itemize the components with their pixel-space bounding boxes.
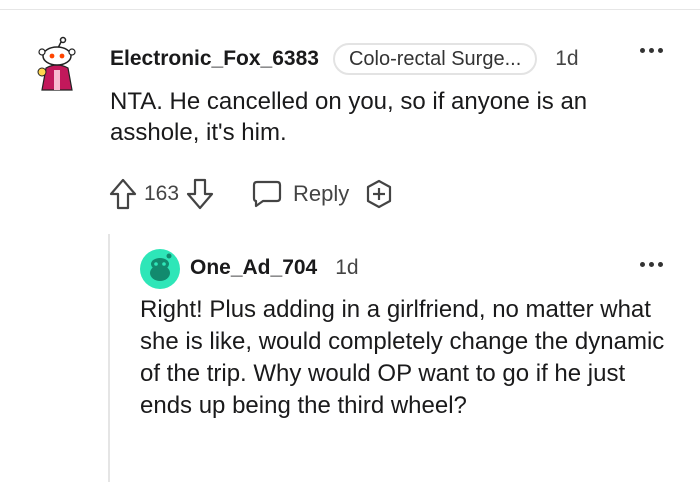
top-divider (0, 9, 700, 10)
downvote-arrow-icon (186, 178, 214, 210)
reply-header: One_Ad_704 1d (190, 252, 359, 284)
comment-header: Electronic_Fox_6383 Colo-rectal Surge...… (110, 42, 579, 76)
add-award-icon (367, 179, 392, 209)
snoo-avatar-icon (37, 36, 76, 91)
reply-body: Right! Plus adding in a girlfriend, no m… (140, 296, 665, 419)
comment-author[interactable]: Electronic_Fox_6383 (110, 47, 319, 71)
teal-avatar-icon (140, 249, 180, 289)
award-button[interactable] (363, 178, 395, 210)
comment-bubble-icon (252, 180, 282, 208)
more-dots-icon (640, 48, 663, 53)
comment-age[interactable]: 1d (555, 47, 578, 71)
comment-actions: 163 Reply (108, 174, 395, 214)
user-flair: Colo-rectal Surge... (332, 43, 538, 75)
upvote-arrow-icon (109, 178, 137, 210)
reply-user-avatar[interactable] (140, 249, 180, 289)
thread-line[interactable] (108, 234, 110, 482)
reply-button[interactable]: Reply (251, 179, 349, 209)
reply-more-options-button[interactable] (640, 262, 663, 267)
downvote-button[interactable] (185, 177, 215, 211)
comment-more-options-button[interactable] (640, 48, 663, 53)
more-dots-icon (640, 262, 663, 267)
upvote-button[interactable] (108, 177, 138, 211)
comment-body: NTA. He cancelled on you, so if anyone i… (110, 88, 588, 146)
vote-score: 163 (144, 182, 180, 205)
user-avatar[interactable] (32, 36, 82, 92)
reply-author[interactable]: One_Ad_704 (190, 256, 317, 280)
reply-age[interactable]: 1d (335, 256, 358, 280)
reply-label: Reply (293, 181, 350, 206)
